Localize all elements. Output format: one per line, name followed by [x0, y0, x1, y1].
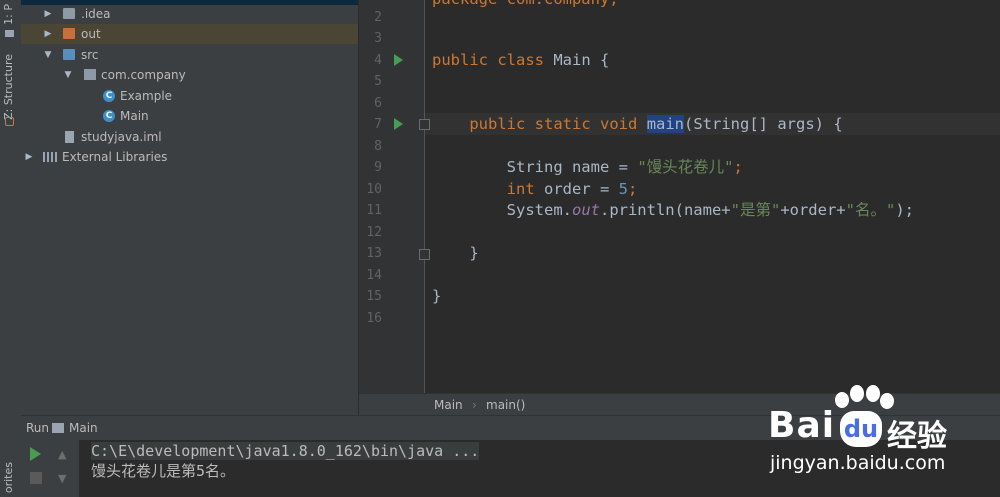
jingyan-logo-text: 经验 [887, 419, 947, 454]
baidu-paw-logo: du [840, 411, 882, 447]
expand-arrow-icon[interactable]: ▶ [24, 147, 34, 167]
line-number: 15 [366, 289, 382, 304]
tree-item-studyjava-iml[interactable]: studyjava.iml [21, 127, 358, 147]
structure-icon [5, 117, 14, 126]
tree-item-com-company[interactable]: ▼ com.company [21, 65, 358, 85]
libraries-icon [43, 152, 57, 162]
code-line-4[interactable]: public class Main { [432, 50, 609, 71]
project-panel: ▶ .idea ▶ out ▼ src ▼ com.company C Exam… [21, 0, 358, 415]
line-number: 2 [374, 10, 382, 25]
line-number: 7 [374, 117, 382, 132]
tree-item-label: Main [120, 109, 149, 123]
gutter-separator [424, 0, 425, 393]
line-number: 4 [374, 53, 382, 68]
tree-item-label: External Libraries [62, 150, 168, 164]
folder-orange-icon [63, 28, 75, 39]
tree-item-label: .idea [81, 7, 111, 21]
package-icon [84, 69, 96, 80]
tree-item-example[interactable]: C Example [21, 86, 358, 106]
expand-arrow-icon[interactable]: ▶ [43, 4, 53, 24]
code-line-13[interactable]: } [432, 243, 478, 264]
expand-arrow-icon[interactable]: ▶ [43, 24, 53, 44]
tree-item-idea[interactable]: ▶ .idea [21, 4, 358, 24]
run-config-tab[interactable]: Main [69, 416, 98, 440]
tree-item-label: studyjava.iml [81, 130, 162, 144]
module-file-icon [65, 131, 74, 143]
line-number: 12 [366, 225, 382, 240]
line-number: 8 [374, 139, 382, 154]
java-class-icon: C [103, 110, 115, 122]
left-tool-strip: 1: P Z: Structure orites [0, 0, 22, 497]
tree-item-out[interactable]: ▶ out [21, 24, 358, 44]
tree-item-label: com.company [101, 68, 186, 82]
line-number: 10 [366, 182, 382, 197]
line-number: 5 [374, 74, 382, 89]
code-line-10[interactable]: int order = 5; [432, 179, 638, 200]
rerun-icon[interactable] [30, 447, 41, 461]
java-class-icon: C [103, 90, 115, 102]
favorites-tool-tab[interactable]: orites [2, 462, 15, 493]
tree-item-src[interactable]: ▼ src [21, 45, 358, 65]
code-line-2[interactable]: package com.company; [432, 0, 619, 10]
collapse-arrow-icon[interactable]: ▼ [63, 65, 73, 85]
line-number: 6 [374, 96, 382, 111]
run-label: Run [26, 421, 50, 435]
folder-icon [63, 8, 75, 19]
run-config-icon [52, 423, 64, 433]
jingyan-url: jingyan.baidu.com [770, 452, 946, 474]
up-arrow-icon[interactable]: ▲ [58, 448, 66, 461]
code-line-11[interactable]: System.out.println(name+"是第"+order+"名。")… [432, 200, 914, 221]
project-icon [5, 30, 14, 37]
fold-marker-icon[interactable] [419, 119, 430, 130]
tree-item-external-libraries[interactable]: ▶ External Libraries [21, 147, 358, 167]
stop-icon[interactable] [30, 472, 42, 484]
line-number: 14 [366, 268, 382, 283]
code-line-15[interactable]: } [432, 286, 441, 307]
console-command: C:\E\development\java1.8.0_162\bin\java … [91, 442, 480, 460]
line-number: 11 [366, 203, 382, 218]
code-line-9[interactable]: String name = "馒头花卷儿"; [432, 157, 743, 178]
method-name-highlight: main [646, 115, 685, 133]
breadcrumb-separator: › [472, 398, 477, 412]
line-number: 16 [366, 311, 382, 326]
line-number: 13 [366, 246, 382, 261]
console-output: 馒头花卷儿是第5名。 [91, 462, 236, 480]
code-line-7[interactable]: public static void main(String[] args) { [432, 114, 843, 135]
project-tool-tab[interactable]: 1: P [2, 4, 15, 25]
collapse-arrow-icon[interactable]: ▼ [43, 45, 53, 65]
tree-item-main[interactable]: C Main [21, 106, 358, 126]
line-number: 9 [374, 160, 382, 175]
baidu-logo-text: Bai [768, 405, 836, 446]
down-arrow-icon[interactable]: ▼ [58, 472, 66, 485]
source-folder-icon [63, 49, 75, 60]
structure-tool-tab[interactable]: Z: Structure [2, 54, 15, 120]
breadcrumb-method[interactable]: main() [486, 394, 525, 416]
line-number: 3 [374, 31, 382, 46]
run-method-icon[interactable] [394, 118, 403, 130]
fold-marker-icon[interactable] [419, 249, 430, 260]
tree-item-label: src [81, 48, 99, 62]
run-toolbar: ▲ ▼ [21, 439, 79, 497]
tree-item-label: Example [120, 89, 173, 103]
tree-item-label: out [81, 27, 101, 41]
breadcrumb-class[interactable]: Main [434, 394, 463, 416]
run-class-icon[interactable] [394, 54, 403, 66]
